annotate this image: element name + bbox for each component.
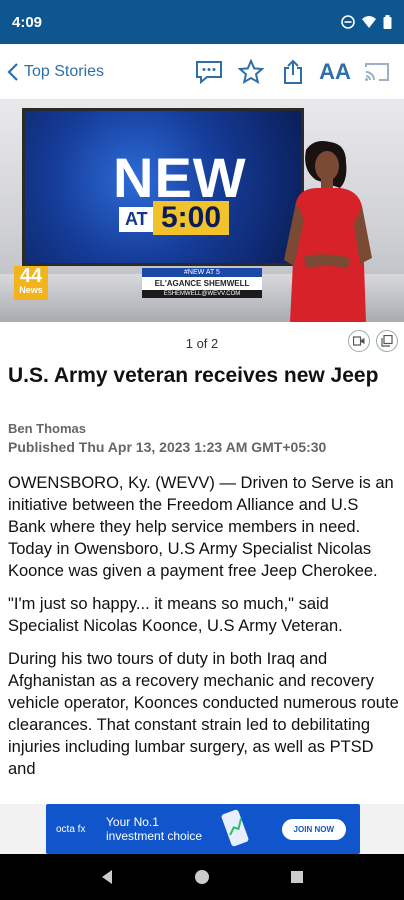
toolbar-actions: AA [192,55,404,89]
article-author[interactable]: Ben Thomas [8,421,86,436]
dnd-icon [341,15,355,29]
article-toolbar: Top Stories AA [0,44,404,100]
station-logo: 44 News [14,266,48,300]
chevron-left-icon [7,62,18,81]
ad-join-button[interactable]: JOIN NOW [281,818,346,840]
comments-button[interactable] [192,55,226,89]
video-icon [353,336,365,346]
nav-recents-button[interactable] [277,857,317,897]
screen-at-text: AT [119,207,154,232]
font-size-button[interactable]: AA [318,55,352,89]
ad-creative[interactable]: octa fx Your No.1 investment choice JOIN… [46,804,360,854]
ad-banner[interactable]: octa fx Your No.1 investment choice JOIN… [0,804,404,854]
screen-time-text: 5:00 [153,201,230,235]
ad-line-1: Your No.1 [106,815,159,829]
pager-label: 1 of 2 [185,335,219,351]
wifi-icon [362,16,376,28]
station-logo-number: 44 [19,265,43,287]
ad-line-2: investment choice [106,829,203,843]
station-logo-word: News [19,285,43,295]
pager-actions [348,330,398,352]
article-hero-image[interactable]: NEW AT 5:00 44 News #NEW AT 5 EL'AGANCE … [0,100,404,322]
gallery-icon [381,335,393,347]
news-anchor-figure [284,141,372,322]
cast-button[interactable] [360,55,394,89]
ad-copy: Your No.1 investment choice [106,815,216,843]
ad-logo: octa fx [56,823,86,835]
back-label: Top Stories [24,62,105,80]
gallery-button[interactable] [376,330,398,352]
status-bar: 4:09 [0,0,404,44]
article-published-date: Published Thu Apr 13, 2023 1:23 AM GMT+0… [8,439,327,455]
article-paragraph: During his two tours of duty in both Ira… [8,650,399,778]
share-button[interactable] [276,55,310,89]
lower-third-tag: #NEW AT 5 [142,268,262,277]
star-icon [238,58,264,84]
back-button[interactable]: Top Stories [0,62,104,82]
article-body: OWENSBORO, Ky. (WEVV) — Driven to Serve … [8,472,400,791]
triangle-back-icon [102,870,113,884]
cast-icon [365,62,389,81]
phone-chart-icon [221,809,249,847]
comment-icon [196,60,222,84]
article-paragraph: OWENSBORO, Ky. (WEVV) — Driven to Serve … [8,474,394,580]
article-headline: U.S. Army veteran receives new Jeep [8,364,379,387]
share-icon [284,59,302,84]
lower-third-name: EL'AGANCE SHEMWELL [154,279,250,288]
lower-third-email: ESHEMWELL@WEVV.COM [142,290,262,298]
studio-screen: NEW AT 5:00 [22,108,304,266]
square-recents-icon [290,871,303,883]
lower-third: #NEW AT 5 EL'AGANCE SHEMWELL ESHEMWELL@W… [142,268,262,298]
battery-icon [383,15,392,29]
nav-home-button[interactable] [182,857,222,897]
article-paragraph: "I'm just so happy... it means so much,"… [8,595,343,635]
video-button[interactable] [348,330,370,352]
system-nav-bar [0,854,404,900]
favorite-button[interactable] [234,55,268,89]
status-icons [341,15,392,29]
nav-back-button[interactable] [87,857,127,897]
font-size-label: AA [319,58,351,84]
circle-home-icon [194,870,209,884]
image-pager: 1 of 2 [0,330,404,356]
status-time: 4:09 [12,13,43,31]
